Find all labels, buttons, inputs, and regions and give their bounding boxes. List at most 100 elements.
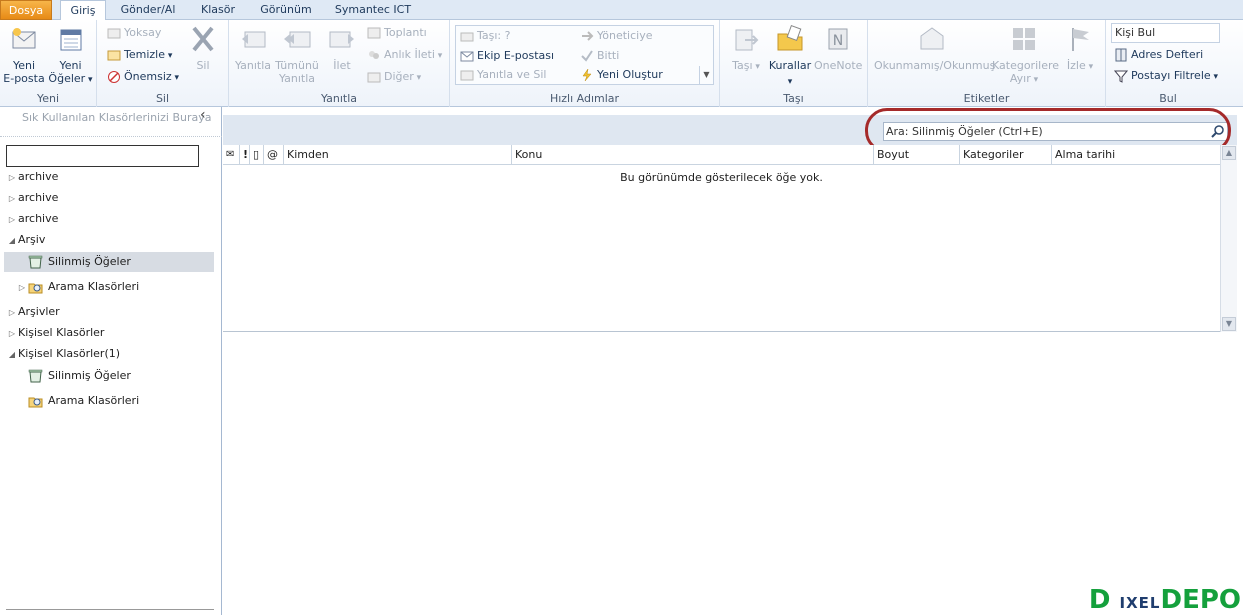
scroll-down-arrow-icon[interactable]: ▼ — [1222, 317, 1236, 331]
folder-label: Arama Klasörleri — [48, 280, 140, 293]
forward-button[interactable]: İlet — [325, 24, 359, 72]
move-button[interactable]: Taşı — [728, 24, 764, 74]
folder-search-folders[interactable]: ▷ Arama Klasörleri — [0, 277, 214, 297]
folder-arsiv[interactable]: ◢ Arşiv — [0, 230, 214, 250]
deleted-items-icon — [28, 369, 43, 383]
column-received[interactable]: Alma tarihi — [1051, 145, 1220, 165]
column-from[interactable]: Kimden — [283, 145, 511, 165]
clean-up-label: Temizle — [124, 48, 172, 61]
tab-send-receive[interactable]: Gönder/Al — [112, 0, 184, 20]
checkmark-icon — [581, 50, 593, 62]
folder-label: Silinmiş Öğeler — [48, 369, 131, 382]
favorites-hint: Sık Kullanılan Klasörlerinizi Buraya — [0, 107, 222, 137]
column-reminder-icon[interactable]: ▯ — [249, 145, 263, 165]
group-find-label: Bul — [1159, 92, 1177, 105]
envelope-open-icon — [920, 27, 944, 50]
collapse-arrow-icon[interactable]: ◢ — [6, 231, 18, 251]
group-reply-label: Yanıtla — [320, 92, 358, 105]
folder-search-input[interactable] — [6, 145, 199, 167]
move-label: Taşı — [728, 59, 764, 74]
categorize-button[interactable]: Kategorilere Ayır — [992, 24, 1059, 87]
rules-button[interactable]: Kurallar — [768, 24, 812, 89]
collapse-pane-icon[interactable]: ‹ — [200, 107, 206, 123]
message-list-scrollbar[interactable]: ▲ ▼ — [1220, 145, 1237, 332]
folder-archive-1[interactable]: ▷ archive — [0, 167, 214, 187]
delete-button[interactable]: Sil — [185, 24, 221, 72]
column-size[interactable]: Boyut — [873, 145, 959, 165]
unread-read-button[interactable]: Okunmamış/Okunmuş — [874, 24, 995, 72]
new-items-button[interactable]: Yeni Öğeler — [48, 24, 93, 87]
folder-search-folders-2[interactable]: Arama Klasörleri — [0, 391, 214, 411]
junk-button[interactable]: Önemsiz — [107, 68, 179, 86]
watermark-left: D — [1088, 585, 1111, 615]
group-new: Yeni E-posta Yeni Öğeler Yeni — [0, 20, 97, 107]
folder-deleted-items-selected[interactable]: Silinmiş Öğeler — [4, 252, 214, 272]
clean-up-button[interactable]: Temizle — [107, 46, 172, 64]
folder-archive-3[interactable]: ▷ archive — [0, 209, 214, 229]
im-button[interactable]: Anlık İleti — [367, 46, 442, 64]
expand-arrow-icon[interactable]: ▷ — [6, 210, 18, 230]
reply-button[interactable]: Yanıtla — [233, 24, 273, 72]
new-email-icon — [12, 28, 36, 49]
column-categories[interactable]: Kategoriler — [959, 145, 1051, 165]
folder-label: Arşivler — [18, 305, 60, 318]
folder-arsivler[interactable]: ▷ Arşivler — [0, 302, 214, 322]
tab-symantec[interactable]: Symantec ICT — [328, 0, 418, 20]
folder-archive-2[interactable]: ▷ archive — [0, 188, 214, 208]
scroll-up-arrow-icon[interactable]: ▲ — [1222, 146, 1236, 160]
column-importance-icon[interactable]: ! — [239, 145, 249, 165]
reply-delete-label: Yanıtla ve Sil — [477, 68, 547, 81]
group-new-label: Yeni — [36, 92, 60, 105]
quick-step-create-new[interactable]: Yeni Oluştur — [580, 66, 663, 84]
deleted-items-icon — [28, 255, 43, 269]
tab-folder[interactable]: Klasör — [192, 0, 244, 20]
address-book-button[interactable]: Adres Defteri — [1114, 46, 1203, 64]
expand-arrow-icon[interactable]: ▷ — [6, 189, 18, 209]
find-contact-input[interactable]: Kişi Bul — [1111, 23, 1220, 43]
tab-home[interactable]: Giriş — [60, 0, 106, 21]
group-move-label: Taşı — [783, 92, 804, 105]
expand-arrow-icon[interactable]: ▷ — [16, 278, 28, 298]
onenote-button[interactable]: N OneNote — [814, 24, 862, 72]
ribbon: Yeni E-posta Yeni Öğeler Yeni Yoksay Tem… — [0, 20, 1243, 107]
filter-email-button[interactable]: Postayı Filtrele — [1114, 67, 1218, 85]
more-reply-button[interactable]: Diğer — [367, 68, 421, 86]
tab-file[interactable]: Dosya — [0, 0, 52, 20]
quick-steps-more-arrow[interactable]: ▼ — [699, 66, 713, 84]
reply-all-button[interactable]: Tümünü Yanıtla — [275, 24, 319, 85]
group-move: Taşı Kurallar N OneNote Taşı — [720, 20, 868, 107]
group-tags-label: Etiketler — [963, 92, 1010, 105]
empty-view-message: Bu görünümde gösterilecek öğe yok. — [620, 171, 823, 184]
column-attachment-icon[interactable]: @ — [263, 145, 283, 165]
categorize-icon — [1013, 28, 1035, 50]
meeting-button[interactable]: Toplantı — [367, 24, 427, 42]
folder-deleted-items-2[interactable]: Silinmiş Öğeler — [0, 366, 214, 386]
more-icon — [367, 72, 381, 83]
quick-step-reply-delete[interactable]: Yanıtla ve Sil — [460, 66, 546, 84]
tab-view[interactable]: Görünüm — [252, 0, 320, 20]
new-email-button[interactable]: Yeni E-posta — [3, 24, 45, 85]
column-icon-envelope[interactable]: ✉ — [223, 145, 239, 165]
folder-personal-folders-1[interactable]: ◢ Kişisel Klasörler(1) — [0, 344, 214, 364]
quick-step-to-manager[interactable]: Yöneticiye — [580, 27, 652, 45]
folder-personal-folders[interactable]: ▷ Kişisel Klasörler — [0, 323, 214, 343]
quick-step-team-email[interactable]: Ekip E-postası — [460, 47, 554, 65]
quick-step-move-to[interactable]: Taşı: ? — [460, 27, 510, 45]
main-pane: Ara: Silinmiş Öğeler (Ctrl+E) ✉ ! ▯ @ Ki… — [223, 107, 1243, 615]
follow-up-button[interactable]: İzle — [1062, 24, 1098, 74]
group-delete-label: Sil — [155, 92, 170, 105]
expand-arrow-icon[interactable]: ▷ — [6, 168, 18, 188]
collapse-arrow-icon[interactable]: ◢ — [6, 345, 18, 365]
quick-step-done[interactable]: Bitti — [580, 47, 619, 65]
clean-up-icon — [107, 50, 121, 61]
lightning-icon — [582, 68, 592, 82]
expand-arrow-icon[interactable]: ▷ — [6, 303, 18, 323]
to-manager-label: Yöneticiye — [597, 29, 653, 42]
categorize-label: Kategorilere Ayır — [992, 59, 1059, 87]
column-subject[interactable]: Konu — [511, 145, 873, 165]
nav-horizontal-scrollbar[interactable] — [6, 609, 214, 613]
expand-arrow-icon[interactable]: ▷ — [6, 324, 18, 344]
folder-label: Arşiv — [18, 233, 46, 246]
navigation-pane: Sık Kullanılan Klasörlerinizi Buraya ‹ ▷… — [0, 107, 222, 615]
ignore-button[interactable]: Yoksay — [107, 24, 161, 42]
